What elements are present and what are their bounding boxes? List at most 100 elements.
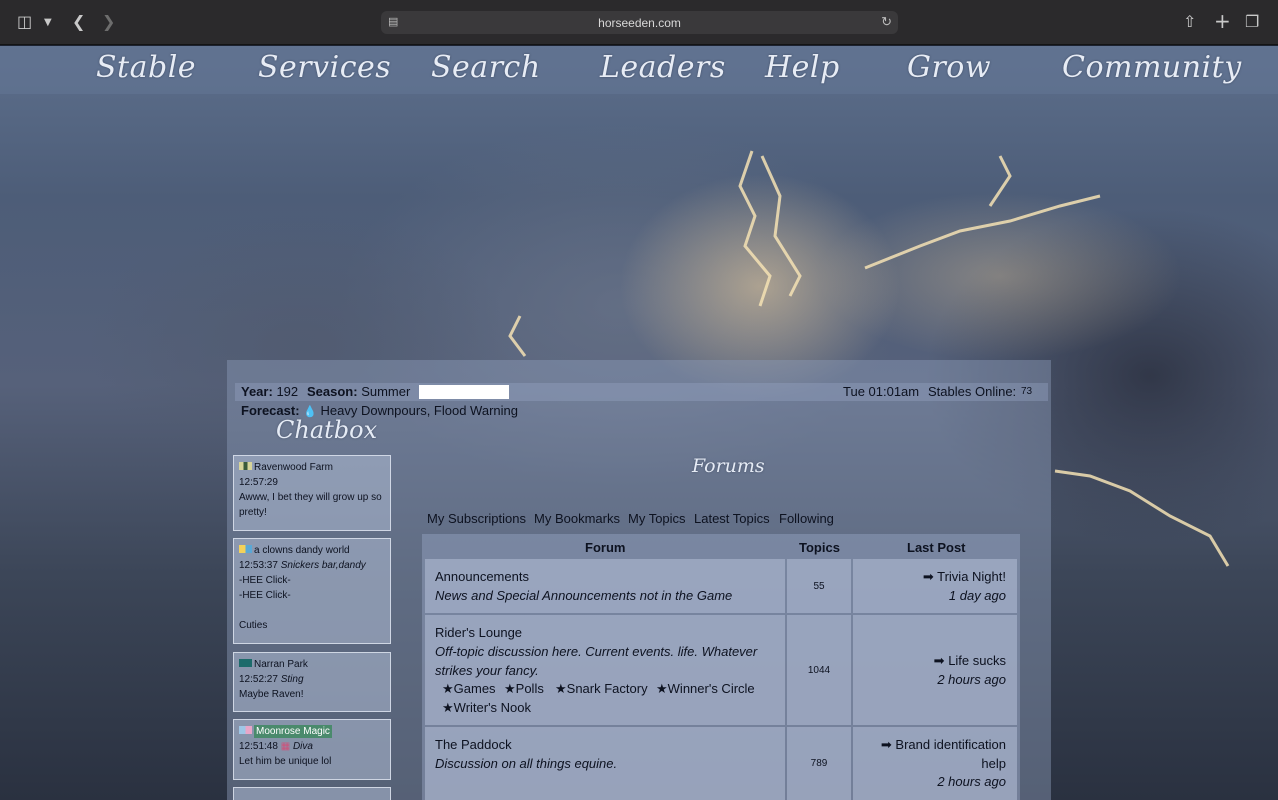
nav-grow[interactable]: Grow <box>907 46 991 90</box>
forum-description: News and Special Announcements not in th… <box>435 588 733 603</box>
chat-text: Awww, I bet they will grow up so <box>239 492 382 503</box>
forum-description: Off-topic discussion here. Current event… <box>435 644 758 659</box>
stables-online-count[interactable]: 73 <box>1021 386 1032 397</box>
new-tab-icon[interactable]: + <box>1214 9 1231 33</box>
chat-text: pretty! <box>239 507 267 518</box>
header-forum: Forum <box>585 540 626 555</box>
subforum-link[interactable]: ★Polls <box>504 681 544 697</box>
last-post-cell: ➡ Trivia Night! 1 day ago <box>853 559 1017 613</box>
tab-my-bookmarks[interactable]: My Bookmarks <box>534 511 620 526</box>
last-post-cell: ➡ Brand identification help 2 hours ago <box>853 727 1017 800</box>
header-last-post: Last Post <box>907 540 966 555</box>
forum-name-link[interactable]: Rider's Lounge <box>435 625 522 640</box>
last-post-title[interactable]: help <box>981 756 1006 771</box>
last-post-title: Brand identification <box>895 737 1006 752</box>
arrow-right-icon: ➡ <box>880 737 892 752</box>
sidebar-toggle-icon[interactable]: ◫ <box>17 12 32 31</box>
address-bar[interactable]: ▤ horseeden.com ↻ <box>381 11 898 34</box>
forum-description: strikes your fancy. <box>435 663 539 678</box>
chat-user[interactable]: Narran Park <box>254 659 308 670</box>
chat-time: 12:51:48 <box>239 741 278 752</box>
forum-cell: Rider's Lounge Off-topic discussion here… <box>425 615 785 725</box>
last-post-cell: ➡ Life sucks 2 hours ago <box>853 615 1017 725</box>
topic-count: 55 <box>787 559 851 613</box>
nav-community[interactable]: Community <box>1062 46 1242 90</box>
gift-icon: ▦ <box>280 741 291 752</box>
chat-horse-tag[interactable]: Sting <box>281 674 304 685</box>
browser-toolbar: ◫ ▼ ❮ ❯ ▤ horseeden.com ↻ ⇧ + ❐ <box>0 0 1278 45</box>
stables-online-label: Stables Online: <box>928 384 1017 399</box>
forum-cell: The Paddock Discussion on all things equ… <box>425 727 785 800</box>
last-post-link[interactable]: ➡ Brand identification <box>881 737 1006 753</box>
page-settings-icon[interactable]: ▤ <box>388 15 398 28</box>
year-value: 192 <box>276 384 299 399</box>
back-arrow-icon[interactable]: ❮ <box>72 12 85 31</box>
chat-horse-tag[interactable]: Diva <box>293 741 313 752</box>
game-time: Tue 01:01am <box>843 384 920 399</box>
nav-services[interactable]: Services <box>258 46 391 90</box>
chat-message <box>233 787 391 800</box>
chevron-down-icon[interactable]: ▼ <box>44 17 52 28</box>
star-icon: ★ <box>504 681 516 696</box>
tab-overview-icon[interactable]: ❐ <box>1245 12 1259 31</box>
share-icon[interactable]: ⇧ <box>1183 12 1196 31</box>
forum-name-link[interactable]: Announcements <box>435 569 529 584</box>
chat-text <box>239 603 385 618</box>
chatbox-title: Chatbox <box>276 416 378 444</box>
last-post-time: 1 day ago <box>948 588 1006 603</box>
star-icon: ★ <box>555 681 567 696</box>
season-value: Summer <box>361 384 411 399</box>
year-label: Year: <box>241 384 273 399</box>
chat-text: -HEE Click- <box>239 575 291 586</box>
chat-time: 12:52:27 <box>239 674 278 685</box>
forward-arrow-icon[interactable]: ❯ <box>102 12 115 31</box>
subforum-link[interactable]: ★Writer's Nook <box>442 700 531 716</box>
season-info: Season: Summer <box>307 384 410 399</box>
last-post-time: 2 hours ago <box>937 672 1006 687</box>
star-icon: ★ <box>442 700 454 715</box>
chat-horse-tag[interactable]: Snickers bar,dandy <box>281 560 366 571</box>
nav-stable[interactable]: Stable <box>96 46 196 90</box>
chat-message: Moonrose Magic 12:51:48 ▦ Diva Let him b… <box>233 719 391 780</box>
stable-flag-icon <box>239 462 252 470</box>
nav-help[interactable]: Help <box>765 46 840 90</box>
stable-flag-icon <box>239 545 252 553</box>
chat-text: Maybe Raven! <box>239 689 304 700</box>
chat-user[interactable]: a clowns dandy world <box>254 545 350 556</box>
chat-message: Ravenwood Farm 12:57:29 Awww, I bet they… <box>233 455 391 531</box>
tab-latest-topics[interactable]: Latest Topics <box>694 511 770 526</box>
chat-text: Let him be unique lol <box>239 756 332 767</box>
url-text: horseeden.com <box>598 15 681 30</box>
tab-following[interactable]: Following <box>779 511 834 526</box>
tab-my-topics[interactable]: My Topics <box>628 511 686 526</box>
chat-time: 12:57:29 <box>239 477 278 488</box>
stable-flag-icon <box>239 659 252 667</box>
last-post-link[interactable]: ➡ Life sucks <box>934 653 1006 669</box>
star-icon: ★ <box>442 681 454 696</box>
reload-icon[interactable]: ↻ <box>881 14 892 30</box>
tab-my-subscriptions[interactable]: My Subscriptions <box>427 511 526 526</box>
forum-description: Discussion on all things equine. <box>435 756 618 771</box>
nav-leaders[interactable]: Leaders <box>600 46 726 90</box>
nav-search[interactable]: Search <box>431 46 541 90</box>
chat-text: -HEE Click- <box>239 590 291 601</box>
subforum-link[interactable]: ★Snark Factory <box>555 681 648 697</box>
subforum-link[interactable]: ★Winner's Circle <box>656 681 755 697</box>
last-post-title: Life sucks <box>948 653 1006 668</box>
stable-flag-icon <box>239 726 252 734</box>
forums-title: Forums <box>692 455 765 477</box>
topic-count: 1044 <box>787 615 851 725</box>
chat-message: Narran Park 12:52:27 Sting Maybe Raven! <box>233 652 391 712</box>
last-post-time: 2 hours ago <box>937 774 1006 789</box>
last-post-link[interactable]: ➡ Trivia Night! <box>923 569 1006 585</box>
year-info: Year: 192 <box>241 384 298 399</box>
subforum-link[interactable]: ★Games <box>442 681 496 697</box>
chat-time: 12:53:37 <box>239 560 278 571</box>
forum-name-link[interactable]: The Paddock <box>435 737 512 752</box>
blank-field <box>419 385 509 399</box>
star-icon: ★ <box>656 681 668 696</box>
chat-user[interactable]: Moonrose Magic <box>254 725 332 738</box>
header-topics: Topics <box>799 540 840 555</box>
last-post-title: Trivia Night! <box>937 569 1006 584</box>
chat-user[interactable]: Ravenwood Farm <box>254 462 333 473</box>
